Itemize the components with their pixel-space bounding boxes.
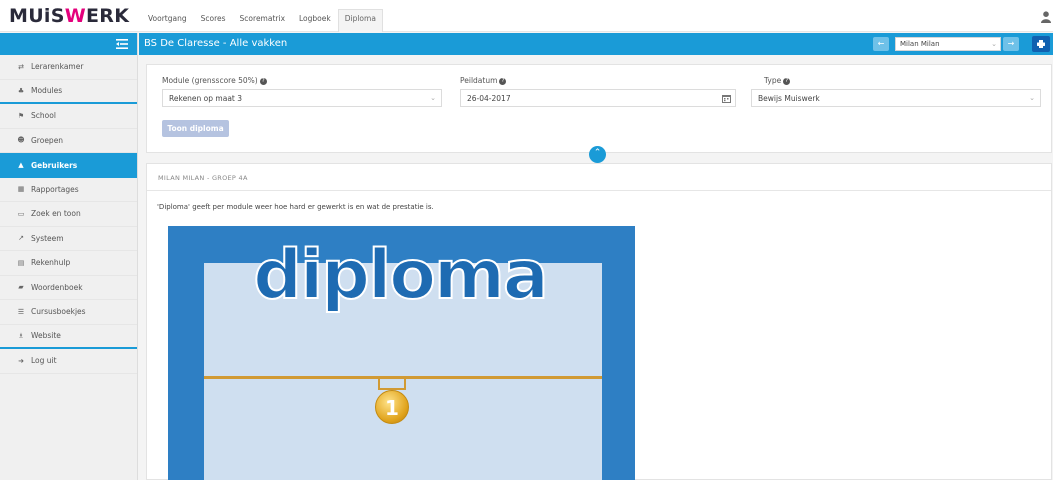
sidebar-item-label: Rapportages xyxy=(31,184,79,194)
sidebar-item-label: Website xyxy=(31,331,61,341)
group-icon: ☻ xyxy=(17,136,25,145)
chevron-up-icon: ⌃ xyxy=(593,148,602,158)
type-select[interactable]: Bewijs Muiswerk ⌄ xyxy=(751,89,1041,107)
page-title: BS De Claresse - Alle vakken xyxy=(144,38,288,49)
sidebar-header xyxy=(0,33,137,55)
student-heading: MILAN MILAN - GROEP 4A xyxy=(147,164,1051,191)
sidebar-item-label: Woordenboek xyxy=(31,282,83,292)
help-icon[interactable]: ? xyxy=(783,77,791,85)
sidebar-item-gebruikers[interactable]: ▲ Gebruikers xyxy=(0,153,137,178)
list-icon: ☰ xyxy=(17,307,25,316)
account-icon[interactable] xyxy=(1041,11,1051,23)
flag-icon: ⚑ xyxy=(17,111,25,120)
sidebar-item-cursusboekjes[interactable]: ☰ Cursusboekjes xyxy=(0,300,137,325)
sitemap-icon: ♣ xyxy=(17,86,25,95)
page-header: BS De Claresse - Alle vakken ← Milan Mil… xyxy=(139,33,1053,55)
sidebar-item-log-uit[interactable]: ➜ Log uit xyxy=(0,349,137,374)
user-icon: ▲ xyxy=(18,161,24,170)
sidebar-item-rapportages[interactable]: ▦ Rapportages xyxy=(0,178,137,202)
diploma-title: diploma xyxy=(252,235,549,316)
sidebar-item-groepen[interactable]: ☻ Groepen xyxy=(0,129,137,153)
date-field[interactable]: 26-04-2017 xyxy=(460,89,736,107)
sidebar-item-lerarenkamer[interactable]: ⇄ Lerarenkamer xyxy=(0,55,137,80)
arrow-right-icon: → xyxy=(1007,39,1015,48)
book-icon: ▰ xyxy=(18,283,24,292)
monitor-icon: ▭ xyxy=(17,209,25,218)
sidebar-item-zoek-en-toon[interactable]: ▭ Zoek en toon xyxy=(0,202,137,227)
sidebar-item-label: Rekenhulp xyxy=(31,258,71,268)
module-label: Module (grensscore 50%)? xyxy=(162,76,267,85)
chart-icon: ↗ xyxy=(18,234,24,243)
logo-text-left: MUiS xyxy=(9,5,65,27)
sidebar-item-label: Groepen xyxy=(31,135,64,145)
tab-scores[interactable]: Scores xyxy=(194,9,233,32)
help-icon[interactable]: ? xyxy=(499,77,507,85)
date-label: Peildatum? xyxy=(460,76,507,85)
arrow-left-icon: ← xyxy=(877,39,885,48)
print-icon xyxy=(1037,40,1045,48)
diploma-image: diploma 1 xyxy=(168,226,635,480)
user-select[interactable]: Milan Milan ⌄ xyxy=(895,37,1001,51)
sidebar-item-school[interactable]: ⚑ School xyxy=(0,104,137,129)
sidebar-item-website[interactable]: ♗ Website xyxy=(0,325,137,349)
tab-diploma[interactable]: Diploma xyxy=(337,9,383,32)
module-select[interactable]: Rekenen op maat 3 ⌄ xyxy=(162,89,442,107)
chevron-down-icon: ⌄ xyxy=(430,94,436,102)
table-icon: ▦ xyxy=(17,185,25,194)
sidebar-item-label: Log uit xyxy=(31,356,57,366)
logo-text-accent: W xyxy=(64,5,86,27)
logout-icon: ➜ xyxy=(18,356,24,365)
next-user-button[interactable]: → xyxy=(1003,37,1019,51)
top-bar: MUiSWERK Voortgang Scores Scorematrix Lo… xyxy=(0,0,1053,32)
sidebar-item-systeem[interactable]: ↗ Systeem xyxy=(0,227,137,251)
tab-voortgang[interactable]: Voortgang xyxy=(141,9,194,32)
menu-collapse-icon[interactable] xyxy=(116,39,128,49)
sidebar-item-modules[interactable]: ♣ Modules xyxy=(0,80,137,104)
calculator-icon: ▤ xyxy=(17,258,25,267)
sidebar-item-label: Lerarenkamer xyxy=(31,62,84,72)
sidebar-item-label: Modules xyxy=(31,86,63,96)
tab-logboek[interactable]: Logboek xyxy=(292,9,338,32)
diploma-panel: MILAN MILAN - GROEP 4A 'Diploma' geeft p… xyxy=(146,163,1052,480)
show-diploma-button[interactable]: Toon diploma xyxy=(162,120,229,137)
help-icon[interactable]: ? xyxy=(259,77,267,85)
sidebar-item-woordenboek[interactable]: ▰ Woordenboek xyxy=(0,276,137,300)
sidebar-item-label: Cursusboekjes xyxy=(31,307,86,317)
chevron-down-icon: ⌄ xyxy=(1029,94,1035,102)
network-icon: ♗ xyxy=(17,331,25,340)
tab-scorematrix[interactable]: Scorematrix xyxy=(233,9,292,32)
chevron-down-icon: ⌄ xyxy=(991,40,997,48)
swap-icon: ⇄ xyxy=(18,62,24,71)
medal-icon: 1 xyxy=(375,390,409,424)
sidebar-item-label: Gebruikers xyxy=(31,160,78,170)
filter-panel: Module (grensscore 50%)? Rekenen op maat… xyxy=(146,64,1052,153)
sidebar-item-rekenhulp[interactable]: ▤ Rekenhulp xyxy=(0,251,137,276)
description-text: 'Diploma' geeft per module weer hoe hard… xyxy=(157,203,434,211)
previous-user-button[interactable]: ← xyxy=(873,37,889,51)
sidebar: ⇄ Lerarenkamer ♣ Modules ⚑ School ☻ Groepen … xyxy=(0,33,138,480)
print-button[interactable] xyxy=(1032,36,1050,52)
logo[interactable]: MUiSWERK xyxy=(9,5,129,27)
calendar-icon[interactable] xyxy=(722,94,731,103)
sidebar-item-label: School xyxy=(31,111,56,121)
logo-text-right: ERK xyxy=(86,5,130,27)
user-select-value: Milan Milan xyxy=(900,40,940,48)
type-label: Type? xyxy=(764,76,791,85)
medal-ribbon xyxy=(378,376,406,390)
main-tabs: Voortgang Scores Scorematrix Logboek Dip… xyxy=(141,9,383,32)
sidebar-item-label: Systeem xyxy=(31,233,64,243)
collapse-filters-button[interactable]: ⌃ xyxy=(589,146,606,163)
sidebar-item-label: Zoek en toon xyxy=(31,209,81,219)
